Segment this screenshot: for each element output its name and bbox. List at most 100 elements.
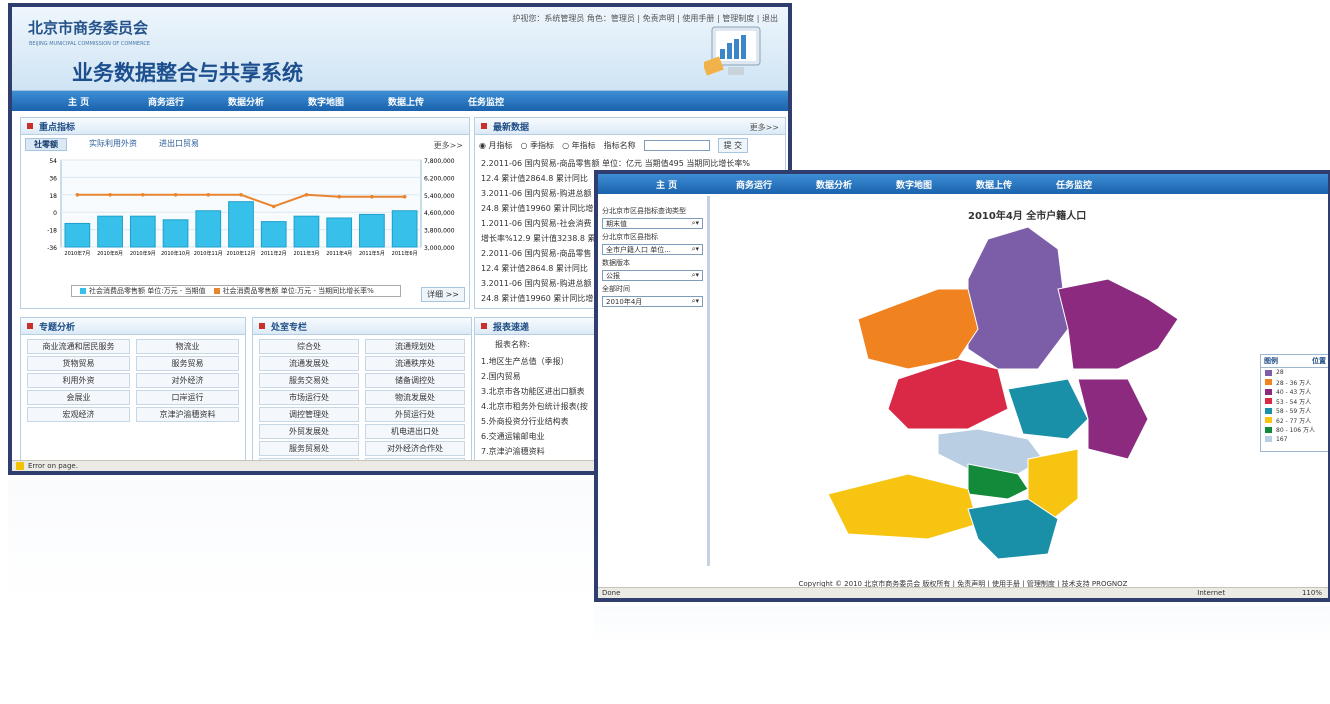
retail-bar [64,222,91,248]
topic-link[interactable]: 物流业 [136,339,239,354]
nav-business[interactable]: 商务运行 [148,95,228,108]
query-type-select[interactable]: 期末值 ⌕▾ [602,218,703,229]
nav-upload[interactable]: 数据上传 [976,178,1056,191]
topic-link[interactable]: 服务贸易 [136,356,239,371]
department-link[interactable]: 流通发展处 [259,356,359,371]
y-left-tick: -36 [47,245,57,252]
nav-home[interactable]: 主 页 [68,95,148,108]
radio-label: 年指标 [571,141,596,150]
location-tab[interactable]: 位置 [1312,356,1326,366]
legend-row: 53 - 54 万人 [1261,397,1328,407]
department-link[interactable]: 市场运行处 [259,390,359,405]
department-link[interactable]: 机电进出口处 [365,424,465,439]
radio-month[interactable]: ◉ 月指标 [479,140,513,151]
district-east[interactable] [1077,378,1149,460]
more-link[interactable]: 更多>> [750,122,779,133]
search-dropdown-icon: ⌕▾ [691,219,699,227]
x-tick-label: 2010年11月 [194,250,223,257]
nav-monitor[interactable]: 任务监控 [1056,178,1136,191]
legend-label: 40 - 43 万人 [1276,389,1312,397]
zoom-level[interactable]: 110% [1302,589,1322,597]
legend-label: 58 - 59 万人 [1276,408,1312,416]
map-legend: 图例 位置 28 28 - 36 万人 40 - 43 万人 53 - 54 万人 58… [1260,354,1328,452]
news-item[interactable]: 2.2011-06 国内贸易-商品零售额 单位：亿元 当期值495 当期同比增长… [475,156,785,171]
x-tick-label: 2011年2月 [261,250,287,257]
nav-upload[interactable]: 数据上传 [388,95,468,108]
topic-link[interactable]: 口岸运行 [136,390,239,405]
growth-point [271,204,276,209]
retail-bar [162,219,189,248]
x-tick-label: 2010年10月 [161,250,190,257]
department-link[interactable]: 外贸运行处 [365,407,465,422]
tab-fdi[interactable]: 实际利用外资 [89,138,137,151]
legend-label: 80 - 106 万人 [1276,427,1315,435]
department-link[interactable]: 储备调控处 [365,373,465,388]
district-south-west[interactable] [827,473,979,540]
panel-bullet-icon [27,323,33,329]
version-select[interactable]: 公报 ⌕▾ [602,270,703,281]
nav-monitor[interactable]: 任务监控 [468,95,548,108]
legend-row: 28 - 36 万人 [1261,378,1328,388]
district-central-west[interactable] [887,358,1009,430]
radio-quarter[interactable]: ○ 季指标 [521,140,555,151]
growth-point [337,194,341,199]
version-label: 数据版本 [602,259,630,267]
legend-line-label: 社会消费品零售额 单位:万元 - 当期同比增长率% [222,287,374,295]
legend-label: 62 - 77 万人 [1276,417,1312,425]
legend-label: 28 [1276,369,1284,377]
growth-point [370,194,374,199]
legend-swatch [1265,398,1272,405]
department-link[interactable]: 流通秩序处 [365,356,465,371]
topic-link[interactable]: 京津沪渝穗资料 [136,407,239,422]
chart-legend: 社会消费品零售额 单位:万元 - 当期值 社会消费品零售额 单位:万元 - 当期… [71,285,401,297]
legend-row: 58 - 59 万人 [1261,406,1328,416]
retail-bar [97,215,123,248]
nav-analysis[interactable]: 数据分析 [228,95,308,108]
topic-link[interactable]: 利用外资 [27,373,130,388]
panel-title: 专题分析 [39,322,76,333]
department-link[interactable]: 流通规划处 [365,339,465,354]
topic-link[interactable]: 会展业 [27,390,130,405]
tab-trade[interactable]: 进出口贸易 [159,138,199,151]
tab-retail[interactable]: 社零额 [25,138,67,151]
department-link[interactable]: 物流发展处 [365,390,465,405]
search-dropdown-icon: ⌕▾ [691,271,699,279]
department-link[interactable]: 综合处 [259,339,359,354]
indicator-input[interactable] [643,140,710,151]
map-window: 主 页 商务运行 数据分析 数字地图 数据上传 任务监控 分北京市区县指标查询类… [594,170,1330,602]
topic-link[interactable]: 货物贸易 [27,356,130,371]
status-text: Error on page. [28,462,78,470]
retail-bar [260,221,287,248]
radio-year[interactable]: ○ 年指标 [562,140,596,151]
more-link[interactable]: 更多>> [434,140,463,151]
district-west[interactable] [857,288,979,370]
department-link[interactable]: 外贸发展处 [259,424,359,439]
nav-map[interactable]: 数字地图 [308,95,388,108]
topic-link[interactable]: 对外经济 [136,373,239,388]
system-title: 业务数据整合与共享系统 [72,61,303,85]
district-urban[interactable] [937,428,1044,475]
y-left-tick: -18 [47,228,57,235]
window-reflection [594,606,1330,646]
nav-home[interactable]: 主 页 [656,178,736,191]
department-link[interactable]: 对外经济合作处 [365,441,465,456]
y-left-tick: 54 [49,158,57,165]
department-link[interactable]: 服务贸易处 [259,441,359,456]
nav-analysis[interactable]: 数据分析 [816,178,896,191]
district-central-east[interactable] [1007,378,1089,440]
topic-link[interactable]: 宏观经济 [27,407,130,422]
detail-button[interactable]: 详细 >> [421,287,465,302]
legend-tab[interactable]: 图例 [1264,356,1278,366]
district-north-west[interactable] [967,226,1069,370]
district-north-east[interactable] [1057,278,1179,370]
time-select[interactable]: 2010年4月 ⌕▾ [602,296,703,307]
beijing-district-map[interactable] [818,219,1198,559]
department-link[interactable]: 调控管理处 [259,407,359,422]
submit-button[interactable]: 提 交 [717,138,749,153]
topic-link[interactable]: 商业流通和居民服务 [27,339,130,354]
nav-map[interactable]: 数字地图 [896,178,976,191]
growth-point [141,193,145,197]
nav-business[interactable]: 商务运行 [736,178,816,191]
indicator-select[interactable]: 全市户籍人口 单位... ⌕▾ [602,244,703,255]
department-link[interactable]: 服务交易处 [259,373,359,388]
